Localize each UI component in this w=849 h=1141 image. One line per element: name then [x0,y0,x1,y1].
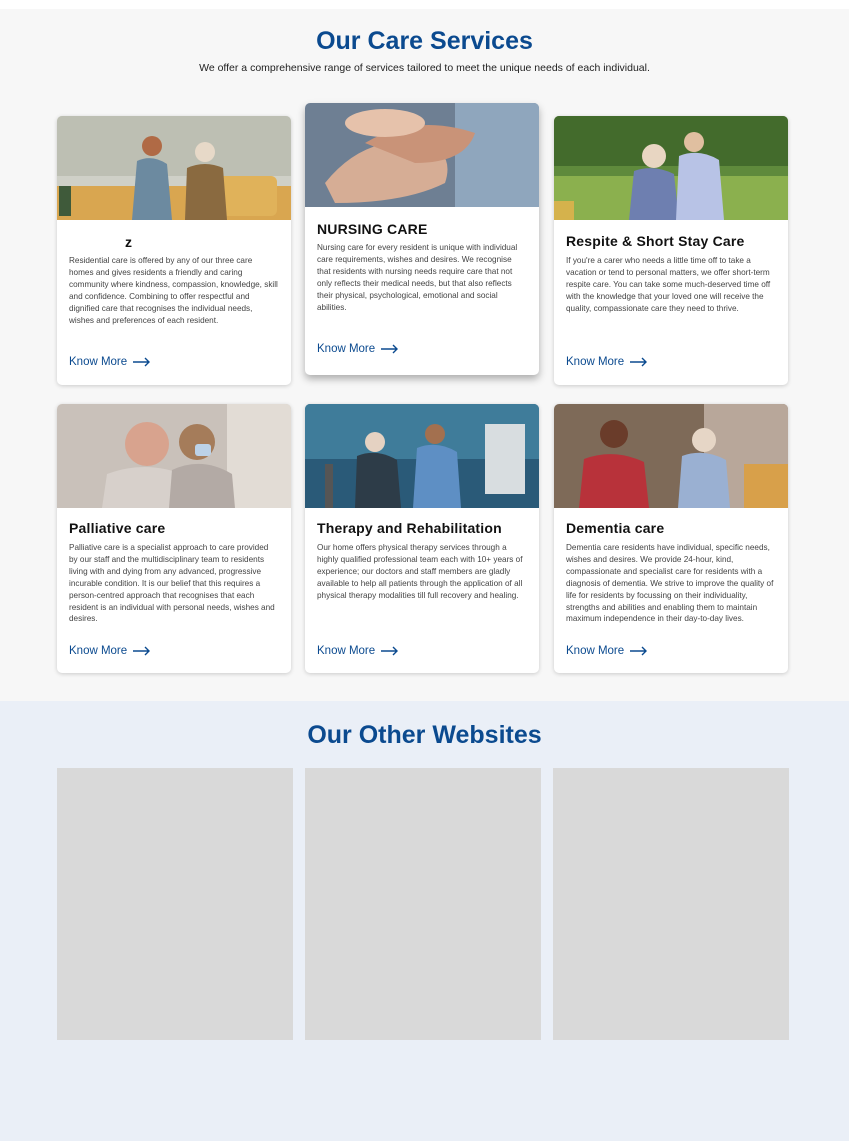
card-description: If you're a carer who needs a little tim… [566,256,771,313]
service-card-palliative[interactable]: Palliative care Palliative care is a spe… [57,404,291,673]
card-description: Dementia care residents have individual,… [566,543,774,624]
service-card-nursing[interactable]: NURSING CARE Nursing care for every resi… [305,103,539,375]
card-image [305,404,539,508]
website-placeholder[interactable] [305,768,541,1040]
arrow-right-icon [381,646,399,656]
arrow-right-icon [133,357,151,367]
website-placeholder[interactable] [57,768,293,1040]
know-more-link[interactable]: Know More [317,645,399,657]
know-more-link[interactable]: Know More [566,645,648,657]
other-websites-title: Our Other Websites [307,721,542,749]
know-more-label: Know More [317,645,376,657]
know-more-link[interactable]: Know More [69,356,151,368]
card-image [57,404,291,508]
website-placeholder[interactable] [553,768,789,1040]
card-title: NURSING CARE [317,221,428,237]
service-card-therapy[interactable]: Therapy and Rehabilitation Our home offe… [305,404,539,673]
know-more-link[interactable]: Know More [69,645,151,657]
top-strip [0,0,849,9]
arrow-right-icon [630,357,648,367]
service-card-residential[interactable]: z Residential care is offered by any of … [57,116,291,385]
card-title: Dementia care [566,520,665,536]
arrow-right-icon [381,344,399,354]
card-description: Our home offers physical therapy service… [317,543,523,600]
card-image [554,116,788,220]
know-more-link[interactable]: Know More [317,343,399,355]
arrow-right-icon [133,646,151,656]
know-more-label: Know More [69,356,128,368]
service-card-dementia[interactable]: Dementia care Dementia care residents ha… [554,404,788,673]
services-subtitle: We offer a comprehensive range of servic… [199,62,650,74]
card-description: Nursing care for every resident is uniqu… [317,243,518,312]
card-title: Palliative care [69,520,166,536]
services-title: Our Care Services [316,27,533,55]
know-more-link[interactable]: Know More [566,356,648,368]
card-title: z [125,234,133,250]
card-image [57,116,291,220]
arrow-right-icon [630,646,648,656]
card-description: Residential care is offered by any of ou… [69,256,278,325]
other-websites-section: Our Other Websites [0,701,849,1141]
service-card-respite[interactable]: Respite & Short Stay Care If you're a ca… [554,116,788,385]
know-more-label: Know More [566,356,625,368]
know-more-label: Know More [69,645,128,657]
know-more-label: Know More [317,343,376,355]
card-title: Respite & Short Stay Care [566,233,745,249]
card-description: Palliative care is a specialist approach… [69,543,275,624]
card-image [554,404,788,508]
know-more-label: Know More [566,645,625,657]
card-title: Therapy and Rehabilitation [317,520,502,536]
card-image [305,103,539,207]
